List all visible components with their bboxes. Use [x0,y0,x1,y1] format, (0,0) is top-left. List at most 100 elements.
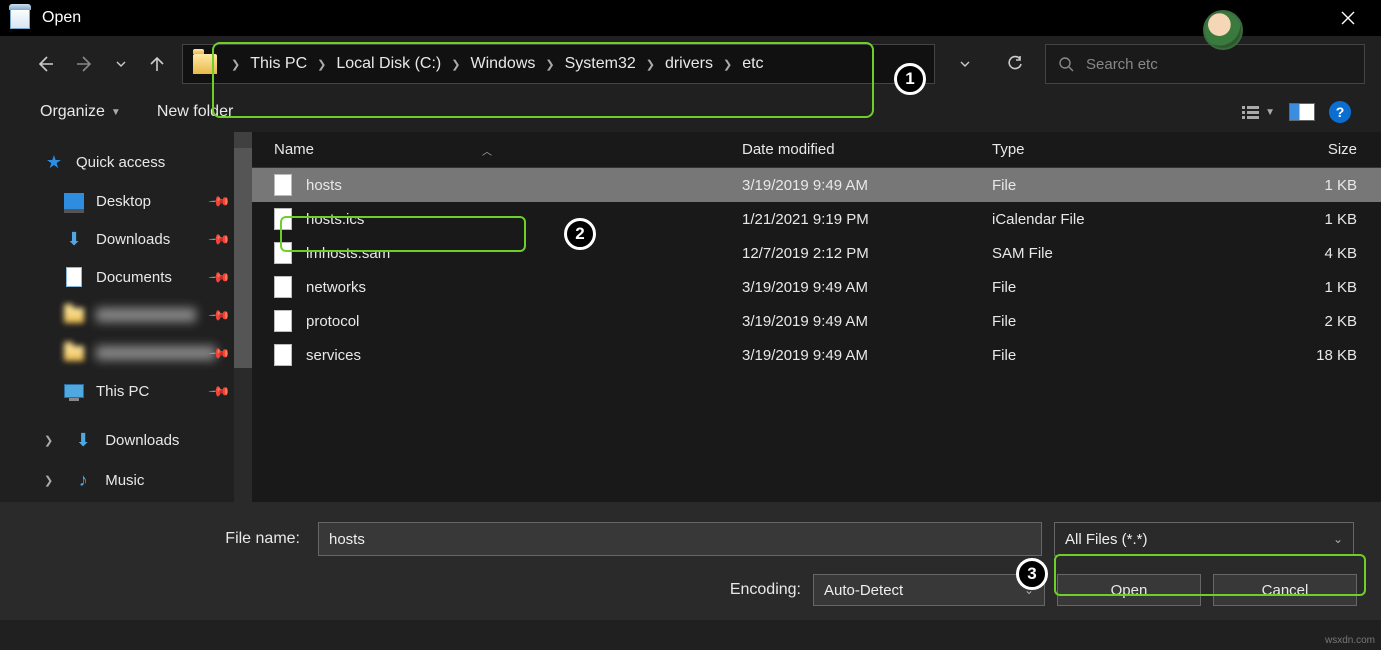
chevron-down-icon: ⌄ [1333,532,1343,546]
preview-pane-button[interactable] [1289,103,1315,121]
open-button[interactable]: Open [1057,574,1201,606]
sidebar-scrollbar[interactable] [234,132,252,502]
file-row[interactable]: lmhosts.sam12/7/2019 2:12 PMSAM File4 KB [252,236,1381,270]
file-date: 3/19/2019 9:49 AM [742,347,992,364]
file-size: 18 KB [1212,347,1381,364]
sidebar: ★ Quick access Desktop 📌 ⬇ Downloads 📌 D… [0,132,252,502]
sidebar-item-label: Downloads [105,432,179,449]
recent-locations-button[interactable] [106,49,136,79]
file-type: File [992,347,1212,364]
sidebar-item-label: This PC [96,383,149,400]
chevron-right-icon: ❯ [717,58,738,71]
file-row[interactable]: services3/19/2019 9:49 AMFile18 KB [252,338,1381,372]
pin-icon: 📌 [207,303,231,327]
view-options-button[interactable]: ▼ [1242,106,1275,119]
column-header-date[interactable]: Date modified [742,141,992,158]
pc-icon [64,384,84,398]
cancel-button[interactable]: Cancel [1213,574,1357,606]
new-folder-label: New folder [157,103,233,121]
sidebar-item-blurred[interactable]: 📌 [0,334,252,372]
chevron-right-icon: ❯ [640,58,661,71]
watermark: wsxdn.com [1325,635,1375,646]
address-history-button[interactable] [945,45,985,83]
desktop-icon [64,193,84,209]
file-icon [274,174,292,196]
breadcrumb-item[interactable]: This PC [250,55,307,73]
file-date: 12/7/2019 2:12 PM [742,245,992,262]
arrow-right-icon [75,54,95,74]
file-size: 1 KB [1212,177,1381,194]
sidebar-quick-access[interactable]: ★ Quick access [0,142,252,182]
encoding-select[interactable]: Auto-Detect ⌄ [813,574,1045,606]
chevron-right-icon: ❯ [44,434,53,447]
music-icon: ♪ [73,471,93,489]
arrow-left-icon [35,54,55,74]
filter-value: All Files (*.*) [1065,531,1148,548]
sidebar-item-label [96,346,216,360]
sidebar-item-desktop[interactable]: Desktop 📌 [0,182,252,220]
file-type: iCalendar File [992,211,1212,228]
file-row[interactable]: protocol3/19/2019 9:49 AMFile2 KB [252,304,1381,338]
file-name: hosts [306,177,342,194]
column-header-name[interactable]: Name ︿ [252,141,742,158]
sidebar-item-label: Quick access [76,154,165,171]
sidebar-item-documents[interactable]: Documents 📌 [0,258,252,296]
organize-menu[interactable]: Organize ▼ [40,103,121,121]
file-size: 2 KB [1212,313,1381,330]
file-icon [274,344,292,366]
chevron-down-icon: ▼ [111,107,121,118]
folder-icon [193,54,217,74]
breadcrumb-item[interactable]: Local Disk (C:) [336,55,441,73]
download-icon: ⬇ [64,230,84,248]
column-header-type[interactable]: Type [992,141,1212,158]
chevron-right-icon: ❯ [445,58,466,71]
avatar [1203,10,1243,50]
new-folder-button[interactable]: New folder [157,103,233,121]
chevron-right-icon: ❯ [225,58,246,71]
encoding-value: Auto-Detect [824,582,903,599]
file-type: File [992,177,1212,194]
search-input[interactable]: Search etc [1045,44,1365,84]
file-icon [274,208,292,230]
file-type: SAM File [992,245,1212,262]
sidebar-item-label: Downloads [96,231,170,248]
chevron-right-icon: ❯ [539,58,560,71]
file-name: lmhosts.sam [306,245,390,262]
file-type-filter[interactable]: All Files (*.*) ⌄ [1054,522,1354,556]
pin-icon: 📌 [207,265,231,289]
titlebar: Open [0,0,1381,36]
sidebar-item-downloads[interactable]: ⬇ Downloads 📌 [0,220,252,258]
file-row[interactable]: hosts.ics1/21/2021 9:19 PMiCalendar File… [252,202,1381,236]
star-icon: ★ [44,153,64,171]
pin-icon: 📌 [207,189,231,213]
encoding-label: Encoding: [730,581,801,599]
breadcrumb-item[interactable]: drivers [665,55,713,73]
sidebar-item-downloads-2[interactable]: ❯ ⬇ Downloads [0,420,252,460]
refresh-icon [1006,55,1024,73]
forward-button[interactable] [70,49,100,79]
file-row[interactable]: hosts3/19/2019 9:49 AMFile1 KB [252,168,1381,202]
list-view-icon [1242,106,1259,119]
sidebar-item-this-pc[interactable]: This PC 📌 [0,372,252,410]
sidebar-item-blurred[interactable]: 📌 [0,296,252,334]
chevron-right-icon: ❯ [311,58,332,71]
address-bar[interactable]: ❯ This PC ❯ Local Disk (C:) ❯ Windows ❯ … [182,44,935,84]
sidebar-item-music[interactable]: ❯ ♪ Music [0,460,252,500]
up-button[interactable] [142,49,172,79]
folder-icon [64,308,84,323]
filename-input[interactable] [318,522,1042,556]
arrow-up-icon [147,54,167,74]
file-row[interactable]: networks3/19/2019 9:49 AMFile1 KB [252,270,1381,304]
close-button[interactable] [1325,0,1371,36]
file-date: 3/19/2019 9:49 AM [742,279,992,296]
file-icon [274,310,292,332]
column-header-size[interactable]: Size [1212,141,1381,158]
breadcrumb-item[interactable]: System32 [565,55,636,73]
sidebar-item-label: Documents [96,269,172,286]
help-button[interactable]: ? [1329,101,1351,123]
refresh-button[interactable] [995,45,1035,83]
back-button[interactable] [30,49,60,79]
breadcrumb-item[interactable]: etc [742,55,763,73]
breadcrumb-item[interactable]: Windows [470,55,535,73]
file-type: File [992,313,1212,330]
